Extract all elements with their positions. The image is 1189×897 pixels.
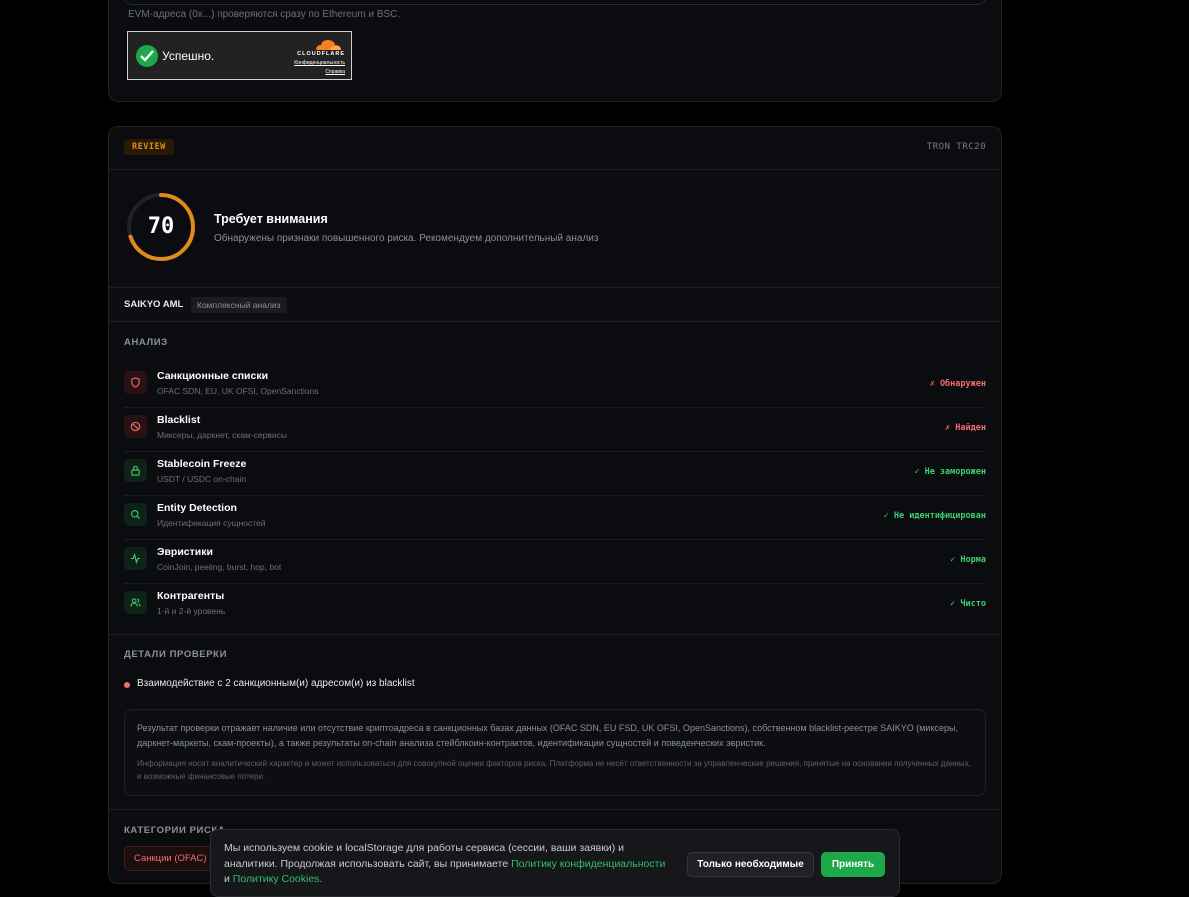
details-title: ДЕТАЛИ ПРОВЕРКИ — [124, 649, 228, 660]
check-status: ✓ Норма — [950, 555, 986, 565]
cloud-icon — [316, 40, 341, 50]
cookie-text: Мы используем cookie и localStorage для … — [224, 841, 674, 888]
ban-icon — [124, 415, 147, 438]
check-status: ✗ Найден — [945, 423, 986, 433]
users-icon — [124, 591, 147, 614]
check-row-heuristics: Эвристики CoinJoin, peeling, burst, hop,… — [124, 540, 986, 584]
check-name: Stablecoin Freeze — [157, 458, 247, 470]
accept-button[interactable]: Принять — [821, 852, 885, 877]
check-name: Entity Detection — [157, 502, 237, 514]
category-tag: Санкции (OFAC) — [124, 846, 217, 871]
search-icon — [124, 503, 147, 526]
cookie-text-and: и — [224, 873, 233, 885]
check-desc: CoinJoin, peeling, burst, hop, bot — [157, 562, 282, 572]
cookie-banner: Мы используем cookie и localStorage для … — [210, 829, 900, 897]
result-header: REVIEW TRON TRC20 — [109, 127, 1001, 170]
disclaimer-box: Результат проверки отражает наличие или … — [124, 709, 986, 796]
check-desc: USDT / USDC on-chain — [157, 474, 247, 484]
help-link[interactable]: Справка — [325, 69, 345, 75]
activity-icon — [124, 547, 147, 570]
check-desc: OFAC SDN, EU, UK OFSI, OpenSanctions — [157, 386, 319, 396]
analysis-list: Санкционные списки OFAC SDN, EU, UK OFSI… — [124, 364, 986, 628]
check-desc: Миксеры, даркнет, скам-сервисы — [157, 430, 288, 440]
cloudflare-logo: CLOUDFLARE Конфиденциальность Справка — [275, 37, 345, 77]
check-status: ✓ Не идентифицирован — [883, 511, 986, 521]
captcha-widget[interactable]: Успешно. CLOUDFLARE Конфиденциальность С… — [127, 31, 352, 80]
provider-name: SAIKYO AML — [124, 299, 184, 310]
lock-icon — [124, 459, 147, 482]
check-desc: 1-й и 2-й уровень — [157, 606, 226, 616]
check-row-freeze: Stablecoin Freeze USDT / USDC on-chain ✓… — [124, 452, 986, 496]
captcha-status: Успешно. — [162, 49, 215, 63]
check-icon — [136, 45, 158, 67]
check-desc: Идентификация сущностей — [157, 518, 266, 528]
check-name: Эвристики — [157, 546, 213, 558]
check-row-counterparties: Контрагенты 1-й и 2-й уровень ✓ Чисто — [124, 584, 986, 628]
check-status: ✓ Чисто — [950, 599, 986, 609]
address-form-card: EVM-адреса (0x...) проверяются сразу по … — [108, 0, 1002, 102]
detail-text: Взаимодействие с 2 санкционным(и) адресо… — [137, 678, 415, 689]
cookie-policy-link[interactable]: Политику Cookies. — [233, 873, 323, 885]
status-badge: REVIEW — [124, 139, 174, 155]
divider — [109, 809, 1001, 810]
privacy-link[interactable]: Конфиденциальность — [294, 60, 345, 66]
cloudflare-wordmark: CLOUDFLARE — [297, 51, 345, 57]
result-card: REVIEW TRON TRC20 70 Требует внимания Об… — [108, 126, 1002, 884]
verdict-subtitle: Обнаружены признаки повышенного риска. Р… — [214, 233, 599, 244]
disclaimer-small: Информация носит аналитический характер … — [137, 759, 971, 781]
check-status: ✗ Обнаружен — [929, 379, 986, 389]
check-row-blacklist: Blacklist Миксеры, даркнет, скам-сервисы… — [124, 408, 986, 452]
evm-hint: EVM-адреса (0x...) проверяются сразу по … — [128, 9, 401, 20]
network-label: TRON TRC20 — [926, 142, 986, 152]
provider-bar: SAIKYO AML Комплексный анализ — [109, 287, 1001, 322]
divider — [109, 634, 1001, 635]
risk-score: 70 — [147, 214, 175, 239]
analysis-title: АНАЛИЗ — [124, 337, 168, 348]
essential-only-button[interactable]: Только необходимые — [687, 852, 814, 877]
check-name: Контрагенты — [157, 590, 225, 602]
shield-icon — [124, 371, 147, 394]
check-status: ✓ Не заморожен — [914, 467, 986, 477]
privacy-policy-link[interactable]: Политику конфиденциальности — [511, 858, 665, 870]
risk-score-gauge: 70 — [126, 192, 196, 262]
provider-tag: Комплексный анализ — [191, 297, 287, 313]
address-input[interactable] — [124, 0, 986, 5]
check-row-entity: Entity Detection Идентификация сущностей… — [124, 496, 986, 540]
verdict-title: Требует внимания — [214, 212, 328, 226]
check-name: Blacklist — [157, 414, 201, 426]
disclaimer-main: Результат проверки отражает наличие или … — [137, 723, 958, 748]
check-row-sanctions: Санкционные списки OFAC SDN, EU, UK OFSI… — [124, 364, 986, 408]
check-name: Санкционные списки — [157, 370, 269, 382]
danger-dot-icon — [124, 682, 130, 688]
